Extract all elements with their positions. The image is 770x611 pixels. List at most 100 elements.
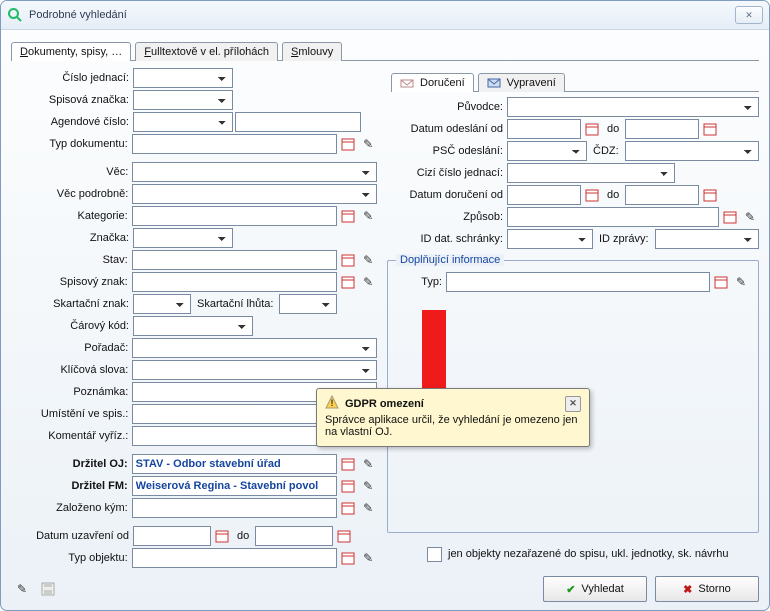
label-cislo-jednaci: Číslo jednací: <box>11 72 133 84</box>
label-cizi-cislo-jednaci: Cizí číslo jednací: <box>387 167 507 179</box>
zpusob-lookup-icon[interactable] <box>721 208 739 226</box>
spisova-znacka-select[interactable] <box>133 90 233 110</box>
envelope-closed-icon <box>487 78 501 88</box>
zalozeno-kym-edit-icon[interactable]: ✎ <box>359 499 377 517</box>
spisovy-znak-input[interactable] <box>132 272 338 292</box>
content-area: Číslo jednací: Spisová značka: Agendové … <box>11 67 759 565</box>
drzitel-oj-lookup-icon[interactable] <box>339 455 357 473</box>
znacka-select[interactable] <box>133 228 233 248</box>
drzitel-fm-edit-icon[interactable]: ✎ <box>359 477 377 495</box>
label-skartacni-lhuta: Skartační lhůta: <box>191 298 279 310</box>
tab-dokumenty[interactable]: Dokumenty, spisy, … <box>11 42 131 61</box>
save-disk-icon[interactable] <box>39 580 57 598</box>
stav-input[interactable] <box>132 250 338 270</box>
zpusob-edit-icon[interactable]: ✎ <box>741 208 759 226</box>
psc-select[interactable] <box>507 141 587 161</box>
datum-odeslani-do-input[interactable] <box>625 119 699 139</box>
search-button[interactable]: ✔ Vyhledat <box>543 576 647 602</box>
cislo-jednaci-select[interactable] <box>133 68 233 88</box>
typ-objektu-lookup-icon[interactable] <box>339 549 357 567</box>
tooltip-text: Správce aplikace určil, že vyhledání je … <box>325 414 581 438</box>
window-title: Podrobné vyhledání <box>29 9 735 21</box>
stav-edit-icon[interactable]: ✎ <box>359 251 377 269</box>
delivery-fields: Původce: Datum odeslání od do PSČ odeslá… <box>387 96 759 250</box>
id-ds-select[interactable] <box>507 229 593 249</box>
label-stav: Stav: <box>11 254 132 266</box>
puvodce-select[interactable] <box>507 97 759 117</box>
main-tabstrip: Dokumenty, spisy, … Fulltextově v el. př… <box>11 38 759 61</box>
skartacni-znak-select[interactable] <box>133 294 191 314</box>
spisovy-znak-edit-icon[interactable]: ✎ <box>359 273 377 291</box>
kategorie-lookup-icon[interactable] <box>339 207 357 225</box>
id-zpravy-select[interactable] <box>655 229 759 249</box>
label-id-zpravy: ID zprávy: <box>593 233 655 245</box>
agendove-cislo-input[interactable] <box>235 112 361 132</box>
klicova-slova-select[interactable] <box>132 360 377 380</box>
typ-objektu-input[interactable] <box>132 548 338 568</box>
label-do: do <box>601 123 625 135</box>
vec-podrobne-select[interactable] <box>132 184 377 204</box>
kategorie-edit-icon[interactable]: ✎ <box>359 207 377 225</box>
label-zpusob: Způsob: <box>387 211 507 223</box>
dialog-window: Podrobné vyhledání ✕ Dokumenty, spisy, …… <box>0 0 770 611</box>
cizi-cj-select[interactable] <box>507 163 675 183</box>
datum-doruceni-od-input[interactable] <box>507 185 581 205</box>
drzitel-oj-input[interactable] <box>132 454 338 474</box>
calendar-icon[interactable] <box>701 186 719 204</box>
stav-lookup-icon[interactable] <box>339 251 357 269</box>
drzitel-oj-edit-icon[interactable]: ✎ <box>359 455 377 473</box>
label-puvodce: Původce: <box>387 101 507 113</box>
drzitel-fm-lookup-icon[interactable] <box>339 477 357 495</box>
svg-text:!: ! <box>331 398 334 408</box>
label-spisovy-znak: Spisový znak: <box>11 276 132 288</box>
typ-lookup-icon[interactable] <box>712 273 730 291</box>
tab-fulltext[interactable]: Fulltextově v el. přílohách <box>135 42 278 61</box>
envelope-open-icon <box>400 78 414 88</box>
typ-edit-icon[interactable]: ✎ <box>732 273 750 291</box>
zalozeno-kym-input[interactable] <box>132 498 338 518</box>
typ-objektu-edit-icon[interactable]: ✎ <box>359 549 377 567</box>
tab-smlouvy[interactable]: Smlouvy <box>282 42 342 61</box>
calendar-icon[interactable] <box>583 186 601 204</box>
poradac-select[interactable] <box>132 338 377 358</box>
global-edit-icon[interactable]: ✎ <box>13 580 31 598</box>
datum-doruceni-do-input[interactable] <box>625 185 699 205</box>
tab-vypraveni[interactable]: Vypravení <box>478 73 565 92</box>
tooltip-close-button[interactable]: ✕ <box>565 396 581 412</box>
calendar-icon[interactable] <box>583 120 601 138</box>
label-poznamka: Poznámka: <box>11 386 132 398</box>
only-unassigned-checkbox[interactable] <box>427 547 442 562</box>
tab-doruceni[interactable]: Doručení <box>391 73 474 92</box>
kategorie-input[interactable] <box>132 206 338 226</box>
datum-odeslani-od-input[interactable] <box>507 119 581 139</box>
label-typ-dokumentu: Typ dokumentu: <box>11 138 132 150</box>
typ-dokumentu-lookup-icon[interactable] <box>339 135 357 153</box>
drzitel-fm-input[interactable] <box>132 476 338 496</box>
label-datum-uzavreni-od: Datum uzavření od <box>11 530 133 542</box>
cdz-select[interactable] <box>625 141 759 161</box>
label-komentar-vyriz: Komentář vyříz.: <box>11 430 132 442</box>
typ-dokumentu-edit-icon[interactable]: ✎ <box>359 135 377 153</box>
calendar-icon[interactable] <box>213 527 231 545</box>
carovy-kod-select[interactable] <box>133 316 253 336</box>
skartacni-lhuta-select[interactable] <box>279 294 337 314</box>
zalozeno-kym-lookup-icon[interactable] <box>339 499 357 517</box>
agendove-cislo-select[interactable] <box>133 112 233 132</box>
spisovy-znak-lookup-icon[interactable] <box>339 273 357 291</box>
dialog-body: Dokumenty, spisy, … Fulltextově v el. př… <box>1 30 769 611</box>
window-close-button[interactable]: ✕ <box>735 6 763 24</box>
warning-icon: ! <box>325 395 339 412</box>
typ-dokumentu-input[interactable] <box>132 134 338 154</box>
supplement-legend: Doplňující informace <box>396 254 504 266</box>
label-znacka: Značka: <box>11 232 133 244</box>
calendar-icon[interactable] <box>335 527 353 545</box>
gdpr-tooltip: ! GDPR omezení ✕ Správce aplikace určil,… <box>316 388 590 447</box>
datum-uzavreni-od-input[interactable] <box>133 526 211 546</box>
label-do: do <box>231 530 255 542</box>
zpusob-input[interactable] <box>507 207 719 227</box>
cancel-button[interactable]: ✖ Storno <box>655 576 759 602</box>
typ-input[interactable] <box>446 272 710 292</box>
datum-uzavreni-do-input[interactable] <box>255 526 333 546</box>
calendar-icon[interactable] <box>701 120 719 138</box>
vec-select[interactable] <box>132 162 377 182</box>
